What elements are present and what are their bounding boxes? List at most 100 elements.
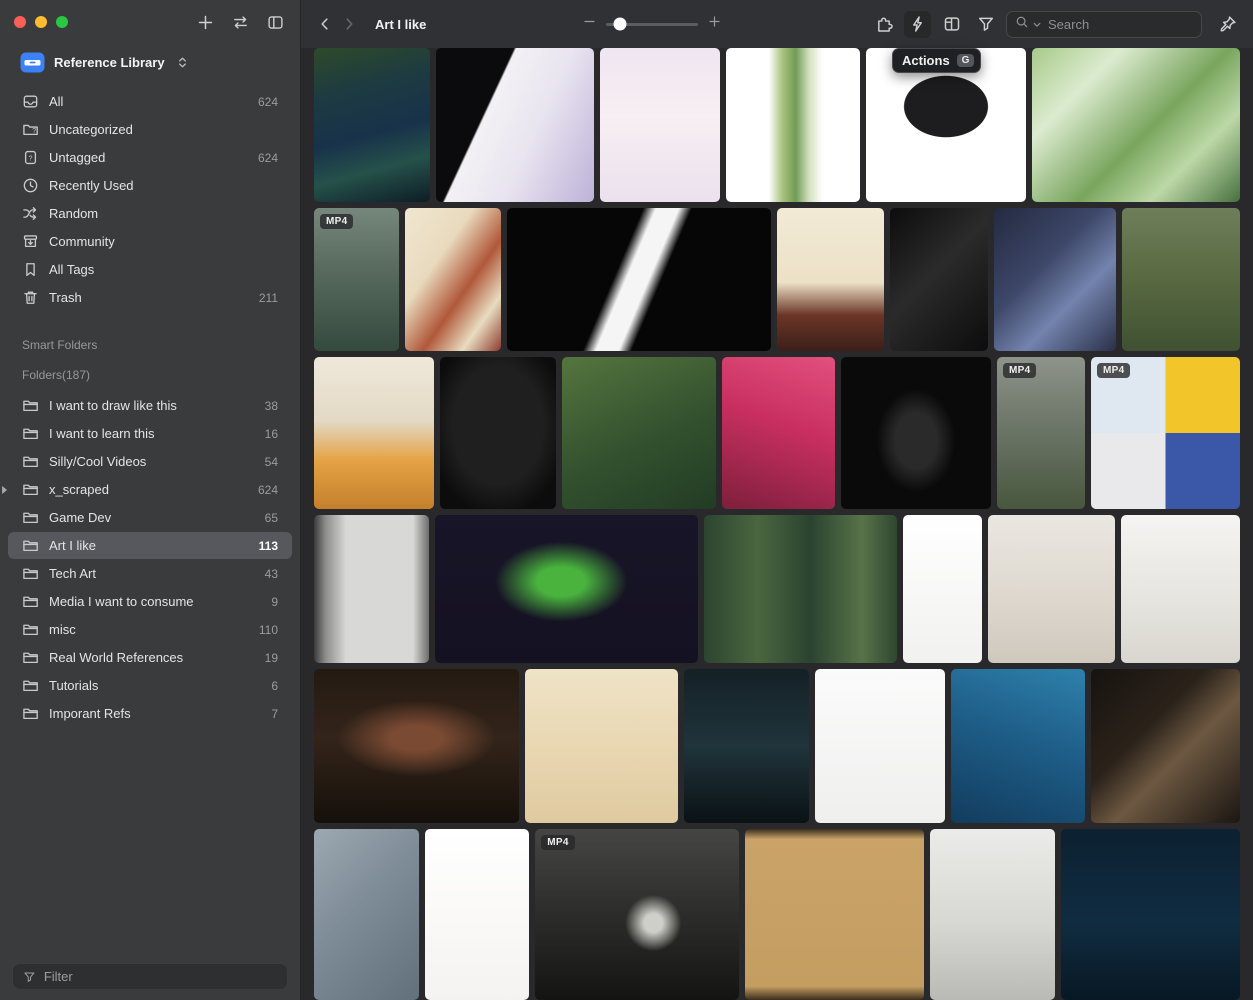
zoom-slider-thumb[interactable] bbox=[614, 18, 627, 31]
image-tile-kitchen-scene-illustration[interactable] bbox=[314, 357, 434, 509]
zoom-slider-track[interactable] bbox=[606, 23, 698, 26]
image-tile-celery-stalk-painting[interactable] bbox=[726, 48, 861, 202]
image-tile-city-aerial-video[interactable]: MP4 bbox=[314, 208, 399, 352]
sidebar-item-all-tags[interactable]: All Tags bbox=[8, 256, 292, 283]
sidebar-item-media-i-want-to-consume[interactable]: Media I want to consume9 bbox=[8, 588, 292, 615]
image-tile-lily-pond-night-painting[interactable] bbox=[314, 48, 430, 202]
image-tile-seated-nude-sketch[interactable] bbox=[525, 669, 678, 823]
image-tile-underwater-creature-art[interactable] bbox=[951, 669, 1085, 823]
sidebar-item-community[interactable]: Community bbox=[8, 228, 292, 255]
grid-row bbox=[314, 515, 1240, 664]
search-input[interactable] bbox=[1048, 17, 1193, 32]
sidebar-item-untagged[interactable]: ?Untagged624 bbox=[8, 144, 292, 171]
zoom-in-icon[interactable] bbox=[708, 15, 721, 33]
filter-funnel-icon[interactable] bbox=[972, 11, 999, 38]
sidebar-item-recently-used[interactable]: Recently Used bbox=[8, 172, 292, 199]
image-tile-halftone-card-photo[interactable] bbox=[314, 515, 429, 664]
image-tile-person-in-tree-watercolor[interactable] bbox=[1032, 48, 1240, 202]
sidebar-item-i-want-to-learn-this[interactable]: I want to learn this16 bbox=[8, 420, 292, 447]
sidebar-item-uncategorized[interactable]: ? Uncategorized bbox=[8, 116, 292, 143]
image-tile-ruined-church-video[interactable]: MP4 bbox=[535, 829, 739, 1000]
sidebar-item-label: Untagged bbox=[49, 150, 105, 165]
image-tile-pinup-on-chair[interactable] bbox=[777, 208, 884, 352]
image-tile-character-sheet-collage[interactable] bbox=[405, 208, 501, 352]
folder-icon bbox=[22, 649, 39, 666]
new-item-button[interactable] bbox=[194, 11, 216, 33]
sidebar-item-random[interactable]: Random bbox=[8, 200, 292, 227]
image-tile-sitting-girl-illustration[interactable] bbox=[988, 515, 1115, 664]
image-tile-forest-egg-character[interactable] bbox=[562, 357, 716, 509]
sidebar-item-misc[interactable]: misc110 bbox=[8, 616, 292, 643]
sidebar-item-label: Tech Art bbox=[49, 566, 96, 581]
image-tile-pixel-platformer-green[interactable] bbox=[435, 515, 698, 664]
sidebar-item-trash[interactable]: Trash211 bbox=[8, 284, 292, 311]
sidebar-item-all[interactable]: All624 bbox=[8, 88, 292, 115]
item-count: 16 bbox=[265, 427, 278, 441]
folder-icon bbox=[22, 425, 39, 442]
close-button[interactable] bbox=[14, 16, 26, 28]
image-tile-fish-swarm-with-girl[interactable] bbox=[314, 829, 419, 1000]
image-tile-group-portrait-comic[interactable] bbox=[815, 669, 945, 823]
layout-columns-icon[interactable] bbox=[938, 11, 965, 38]
sidebar-item-label: All Tags bbox=[49, 262, 94, 277]
image-tile-space-dinner-comic[interactable] bbox=[436, 48, 594, 202]
image-tile-ornate-black-card[interactable] bbox=[440, 357, 556, 509]
filter-input[interactable] bbox=[44, 969, 277, 984]
search-box[interactable] bbox=[1006, 11, 1202, 38]
image-tile-ink-figure-sketches[interactable] bbox=[903, 515, 982, 664]
forward-button[interactable] bbox=[337, 12, 361, 36]
actions-button[interactable] bbox=[904, 11, 931, 38]
swap-arrows-icon[interactable] bbox=[229, 11, 251, 33]
sidebar-item-silly-cool-videos[interactable]: Silly/Cool Videos54 bbox=[8, 448, 292, 475]
tray-icon bbox=[22, 93, 39, 110]
image-tile-cardboard-box-dark-scene[interactable] bbox=[1091, 669, 1240, 823]
image-tile-pink-reaching-figure[interactable] bbox=[722, 357, 835, 509]
image-tile-crouching-dark-figure[interactable] bbox=[684, 669, 809, 823]
image-tile-pumpkin-head-dancers[interactable] bbox=[314, 669, 519, 823]
sidebar-item-label: Imporant Refs bbox=[49, 706, 131, 721]
image-tile-dark-forest-vertical-strokes[interactable] bbox=[704, 515, 896, 664]
image-tile-village-ink-sketch[interactable] bbox=[1121, 515, 1240, 664]
sidebar-item-label: Uncategorized bbox=[49, 122, 133, 137]
image-tile-anime-quad-video[interactable]: MP4 bbox=[1091, 357, 1240, 509]
minimize-button[interactable] bbox=[35, 16, 47, 28]
image-tile-pixel-underwater-game[interactable] bbox=[1061, 829, 1240, 1000]
sidebar-item-game-dev[interactable]: Game Dev65 bbox=[8, 504, 292, 531]
folder-icon bbox=[22, 705, 39, 722]
image-tile-overgrown-tower-video[interactable]: MP4 bbox=[997, 357, 1085, 509]
sidebar-item-i-want-to-draw-like-this[interactable]: I want to draw like this38 bbox=[8, 392, 292, 419]
image-tile-pixel-dungeon-map[interactable] bbox=[890, 208, 988, 352]
image-tile-blue-night-illustration[interactable] bbox=[994, 208, 1117, 352]
chevron-down-icon[interactable] bbox=[1033, 15, 1041, 33]
image-tile-green-hooded-figure[interactable] bbox=[1122, 208, 1240, 352]
image-tile-dancing-figure-studies[interactable] bbox=[600, 48, 719, 202]
folder-icon bbox=[22, 481, 39, 498]
sidebar-item-art-i-like[interactable]: Art I like113 bbox=[8, 532, 292, 559]
sidebar-item-tutorials[interactable]: Tutorials6 bbox=[8, 672, 292, 699]
svg-text:?: ? bbox=[29, 155, 33, 162]
zoom-button[interactable] bbox=[56, 16, 68, 28]
image-tile-pixel-stage-spotlight[interactable] bbox=[507, 208, 771, 352]
page-title: Art I like bbox=[375, 17, 426, 32]
sidebar-filter[interactable] bbox=[12, 963, 288, 990]
plugin-icon[interactable] bbox=[870, 11, 897, 38]
image-tile-white-goblet-ink-art[interactable] bbox=[841, 357, 991, 509]
disclosure-triangle-icon[interactable] bbox=[0, 485, 10, 495]
sidebar-item-x-scraped[interactable]: x_scraped624 bbox=[8, 476, 292, 503]
item-count: 7 bbox=[271, 707, 278, 721]
pin-icon[interactable] bbox=[1214, 11, 1241, 38]
image-tile-balcony-photo[interactable] bbox=[930, 829, 1055, 1000]
back-button[interactable] bbox=[313, 12, 337, 36]
folder-question-icon: ? bbox=[22, 121, 39, 138]
sidebar-item-real-world-references[interactable]: Real World References19 bbox=[8, 644, 292, 671]
zoom-out-icon[interactable] bbox=[583, 15, 596, 33]
sidebar-item-imporant-refs[interactable]: Imporant Refs 7 bbox=[8, 700, 292, 727]
sidebar-item-tech-art[interactable]: Tech Art43 bbox=[8, 560, 292, 587]
sidebar-folder-list: I want to draw like this38I want to lear… bbox=[0, 392, 300, 728]
toggle-sidebar-icon[interactable] bbox=[264, 11, 286, 33]
image-tile-bunny-ears-anime-girl[interactable] bbox=[425, 829, 529, 1000]
image-tile-sepia-figure-drawing[interactable] bbox=[745, 829, 923, 1000]
main-area: Art I like bbox=[301, 0, 1253, 1000]
item-count: 113 bbox=[259, 539, 278, 553]
library-switcher[interactable]: Reference Library bbox=[0, 44, 300, 80]
